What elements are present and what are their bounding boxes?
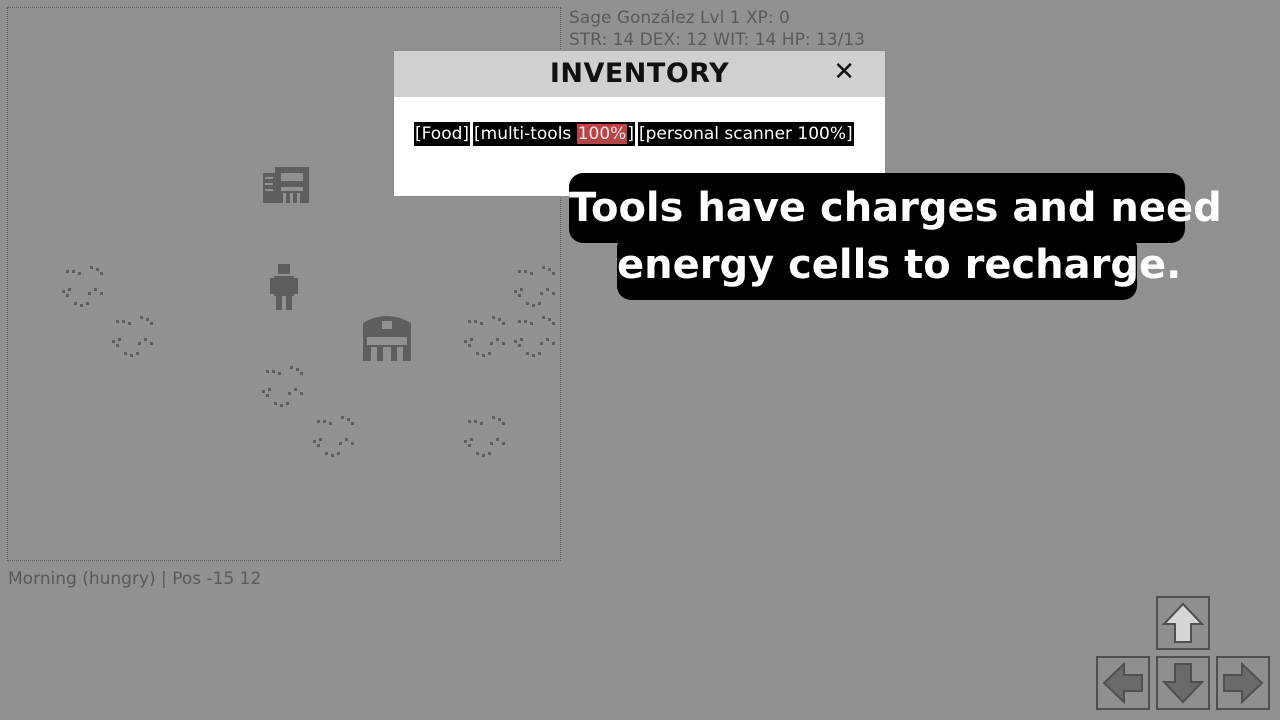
grass-icon	[464, 314, 510, 360]
inventory-item-personal-scanner[interactable]: [personal scanner 100%]	[637, 122, 854, 146]
inventory-item-multi-tools[interactable]: [multi-tools 100%]	[473, 122, 635, 146]
grass-icon	[262, 364, 308, 410]
arrow-up-icon[interactable]	[1156, 596, 1210, 650]
player-name-line: Sage González Lvl 1 XP: 0	[569, 8, 790, 28]
grass-icon	[514, 314, 560, 360]
player-stats: Sage González Lvl 1 XP: 0 STR: 14 DEX: 12…	[569, 7, 865, 51]
arrow-right-icon[interactable]	[1216, 656, 1270, 710]
grass-icon	[514, 264, 560, 310]
inventory-item-food[interactable]: [Food]	[414, 122, 471, 146]
arrow-left-icon[interactable]	[1096, 656, 1150, 710]
grass-icon	[62, 264, 108, 310]
item-bracket: ]	[627, 124, 634, 144]
close-icon[interactable]: ✕	[833, 57, 855, 87]
arrow-down-icon[interactable]	[1156, 656, 1210, 710]
grass-icon	[464, 414, 510, 460]
player-attributes-line: STR: 14 DEX: 12 WIT: 14 HP: 13/13	[569, 30, 865, 50]
tutorial-tooltip-line1: Tools have charges and need	[569, 173, 1222, 243]
item-name: [multi-tools	[474, 124, 577, 144]
player-icon	[270, 264, 298, 312]
fight-arena-icon[interactable]	[361, 311, 413, 363]
building-icon[interactable]	[261, 165, 311, 205]
inventory-title: INVENTORY	[549, 58, 730, 89]
grass-icon	[313, 414, 359, 460]
inventory-items: [Food] [multi-tools 100%] [personal scanne…	[414, 122, 857, 146]
grass-icon	[112, 314, 158, 360]
inventory-header: INVENTORY ✕	[394, 51, 885, 97]
charge-badge: 100%	[576, 124, 628, 144]
status-line: Morning (hungry) | Pos -15 12	[8, 569, 262, 589]
tutorial-tooltip-line2: energy cells to recharge.	[617, 234, 1181, 300]
